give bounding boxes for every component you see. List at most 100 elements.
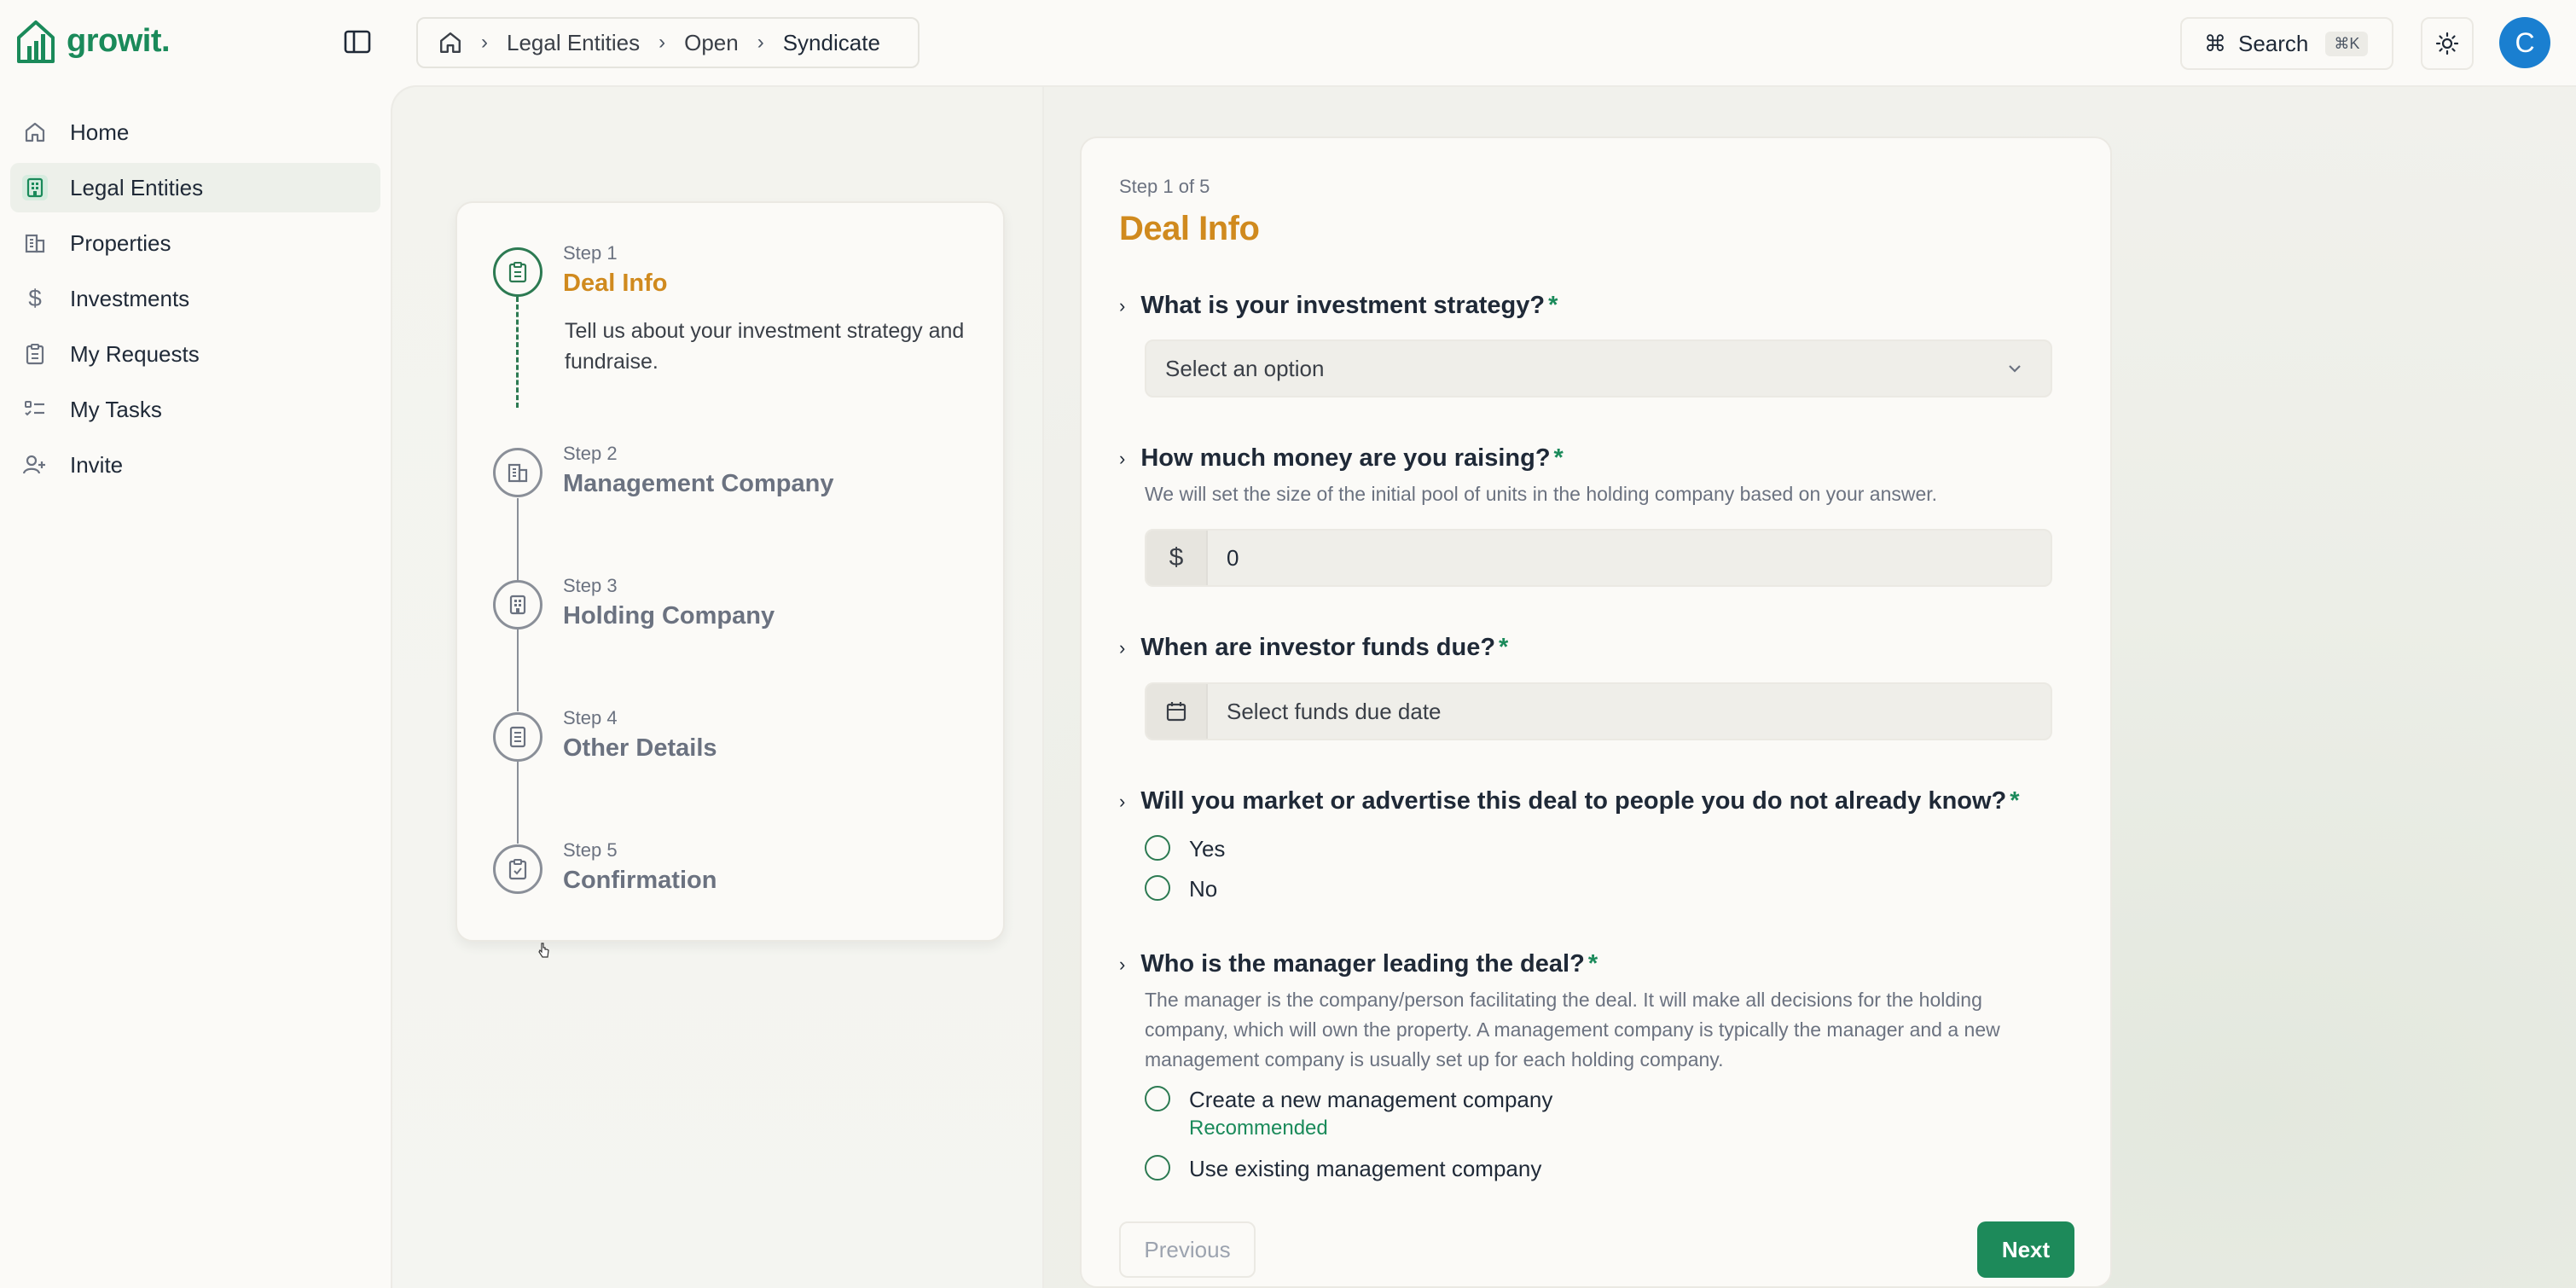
question-label: Will you market or advertise this deal t… (1140, 787, 2007, 815)
chevron-down-icon (2009, 365, 2021, 373)
step-number: Step 1 (563, 242, 618, 264)
question-amount-raising[interactable]: › How much money are you raising? * (1119, 444, 1564, 473)
form-card: Step 1 of 5 Deal Info › What is your inv… (1080, 136, 2112, 1288)
required-marker: * (1587, 950, 1598, 978)
question-label: What is your investment strategy? (1140, 292, 1546, 319)
required-marker: * (2010, 787, 2020, 815)
buildings-icon (493, 448, 542, 497)
sidebar-nav: Home Legal Entities Properties $ Investm… (10, 107, 380, 496)
sidebar-item-legal-entities[interactable]: Legal Entities (10, 163, 380, 212)
sidebar-item-invite[interactable]: Invite (10, 440, 380, 490)
sidebar-item-label: Invite (70, 451, 124, 478)
avatar[interactable]: C (2499, 17, 2550, 68)
chevron-right-icon: › (659, 31, 666, 54)
radio-circle[interactable] (1145, 835, 1170, 861)
clipboard-check-icon (493, 844, 542, 894)
sidebar-item-investments[interactable]: $ Investments (10, 274, 380, 323)
radio-new-management-company[interactable]: Create a new management company Recommen… (1145, 1086, 1553, 1140)
sidebar-item-my-requests[interactable]: My Requests (10, 329, 380, 379)
step-number: Step 5 (563, 839, 618, 861)
required-marker: * (1553, 444, 1564, 472)
steps-card: Step 1 Deal Info Tell us about your inve… (455, 201, 1005, 942)
date-placeholder: Select funds due date (1227, 698, 1442, 724)
sidebar-item-label: Home (70, 119, 130, 145)
sidebar-item-label: Investments (70, 285, 190, 311)
sidebar-item-label: My Tasks (70, 396, 162, 422)
radio-label: Create a new management company (1189, 1087, 1553, 1112)
next-button[interactable]: Next (1977, 1221, 2074, 1278)
sidebar-item-label: Legal Entities (70, 174, 204, 200)
question-label: How much money are you raising? (1140, 444, 1551, 472)
radio-no[interactable]: No (1145, 875, 1218, 902)
buildings-icon (22, 230, 48, 256)
home-icon[interactable] (438, 31, 462, 55)
mouse-cursor-icon (538, 943, 549, 958)
sidebar-item-label: My Requests (70, 340, 200, 367)
sidebar-item-home[interactable]: Home (10, 107, 380, 157)
dollar-icon: $ (1146, 531, 1208, 585)
sidebar-toggle-icon[interactable] (343, 29, 372, 55)
investment-strategy-select[interactable]: Select an option (1145, 339, 2052, 397)
step-connector (517, 762, 519, 844)
amount-input[interactable]: $ 0 (1145, 529, 2052, 587)
clipboard-icon (493, 247, 542, 297)
chevron-right-icon: › (757, 31, 764, 54)
sidebar-item-properties[interactable]: Properties (10, 218, 380, 268)
logo[interactable]: growit. (15, 17, 171, 65)
step-title: Management Company (563, 470, 834, 497)
breadcrumb-item-legal-entities[interactable]: Legal Entities (507, 30, 640, 56)
sun-icon (2435, 32, 2459, 55)
required-marker: * (1548, 292, 1558, 319)
home-icon (22, 119, 48, 145)
search-label: Search (2238, 30, 2309, 56)
step-title: Holding Company (563, 602, 775, 629)
chevron-right-icon: › (1119, 294, 1126, 316)
building-icon (493, 580, 542, 629)
document-icon (493, 712, 542, 762)
user-plus-icon (22, 452, 48, 478)
clipboard-icon (22, 341, 48, 367)
question-funds-due[interactable]: › When are investor funds due? * (1119, 634, 1508, 662)
question-investment-strategy[interactable]: › What is your investment strategy? * (1119, 292, 1558, 320)
step-title: Deal Info (563, 270, 668, 297)
radio-existing-management-company[interactable]: Use existing management company (1145, 1155, 1542, 1182)
sidebar-item-label: Properties (70, 229, 171, 256)
select-placeholder: Select an option (1165, 355, 1325, 381)
task-list-icon (22, 397, 48, 422)
radio-yes[interactable]: Yes (1145, 835, 1226, 862)
search-button[interactable]: ⌘ Search ⌘K (2180, 17, 2393, 70)
building-icon (22, 175, 48, 200)
chevron-right-icon: › (1119, 447, 1126, 469)
step-connector (517, 629, 519, 711)
step-title: Confirmation (563, 867, 717, 894)
step-title: Other Details (563, 734, 717, 762)
question-label: When are investor funds due? (1140, 634, 1496, 661)
radio-label: Yes (1189, 836, 1226, 862)
breadcrumb-item-current: Syndicate (782, 29, 880, 55)
radio-circle[interactable] (1145, 875, 1170, 901)
question-market-advertise[interactable]: › Will you market or advertise this deal… (1119, 787, 2020, 815)
chevron-right-icon: › (1119, 953, 1126, 975)
step-description: Tell us about your investment strategy a… (565, 319, 965, 374)
step-number: Step 2 (563, 443, 618, 464)
radio-circle[interactable] (1145, 1155, 1170, 1181)
chevron-right-icon: › (1119, 790, 1126, 812)
radio-circle[interactable] (1145, 1086, 1170, 1111)
step-progress-label: Step 1 of 5 (1119, 176, 1210, 197)
command-icon: ⌘ (2204, 30, 2226, 56)
breadcrumb-item-open[interactable]: Open (684, 30, 739, 56)
sidebar-item-my-tasks[interactable]: My Tasks (10, 385, 380, 434)
question-manager[interactable]: › Who is the manager leading the deal? * (1119, 950, 1598, 978)
radio-label: No (1189, 876, 1218, 902)
previous-button[interactable]: Previous (1119, 1221, 1256, 1278)
theme-toggle-button[interactable] (2421, 17, 2474, 70)
recommended-badge: Recommended (1189, 1117, 1328, 1140)
step-connector (517, 498, 519, 580)
amount-value[interactable]: 0 (1208, 531, 1239, 585)
question-hint: The manager is the company/person facili… (1145, 989, 2000, 1070)
form-title: Deal Info (1119, 210, 1260, 247)
question-label: Who is the manager leading the deal? (1140, 950, 1585, 978)
step-number: Step 4 (563, 707, 618, 728)
radio-label: Use existing management company (1189, 1156, 1542, 1181)
funds-due-date-picker[interactable]: Select funds due date (1145, 682, 2052, 740)
